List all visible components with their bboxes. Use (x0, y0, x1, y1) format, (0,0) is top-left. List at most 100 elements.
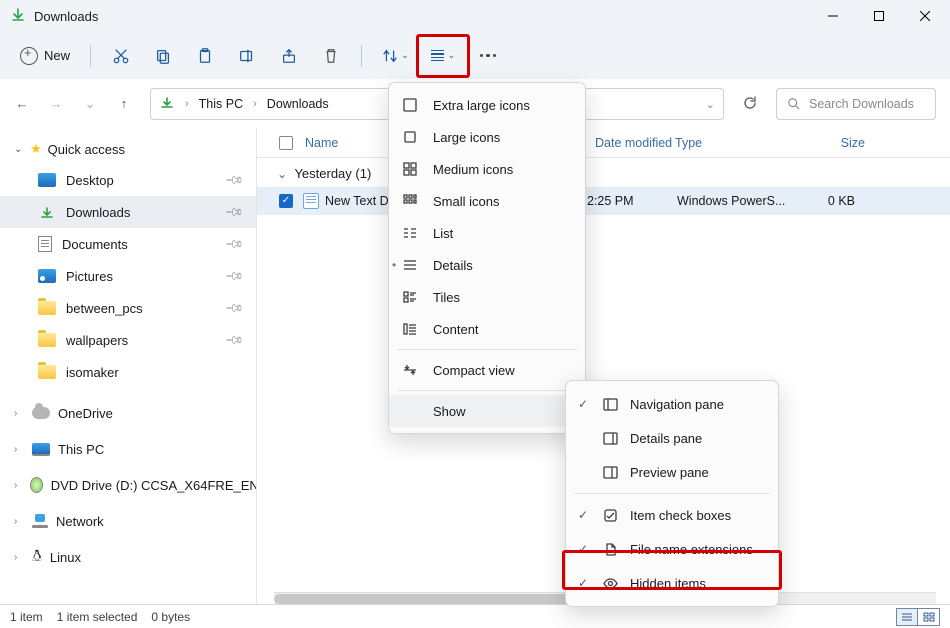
menu-item-small-icons[interactable]: Small icons (389, 185, 585, 217)
share-button[interactable] (269, 38, 309, 74)
refresh-button[interactable] (742, 95, 758, 114)
recent-button[interactable]: ⌄ (82, 96, 98, 112)
sidebar-item-dvd[interactable]: › DVD Drive (D:) CCSA_X64FRE_EN-US_DV9 (0, 470, 256, 500)
chevron-right-icon: › (14, 480, 22, 491)
sidebar-item-linux[interactable]: › 🐧︎ Linux (0, 542, 256, 572)
sidebar-item-network[interactable]: › Network (0, 506, 256, 536)
chevron-right-icon[interactable]: › (253, 98, 257, 110)
sidebar-item-downloads[interactable]: Downloads 📌︎ (0, 196, 256, 228)
show-submenu: ✓Navigation pane Details pane Preview pa… (565, 380, 779, 607)
paste-button[interactable] (185, 38, 225, 74)
menu-item-navigation-pane[interactable]: ✓Navigation pane (566, 387, 778, 421)
chevron-down-icon: ⌄ (448, 50, 456, 61)
more-button[interactable] (468, 38, 508, 74)
grid-icon (403, 130, 419, 144)
back-button[interactable]: ← (14, 96, 30, 112)
folder-icon (38, 333, 56, 347)
thumbnails-view-button[interactable] (918, 608, 940, 626)
separator (361, 45, 362, 67)
address-dropdown-button[interactable]: ⌄ (706, 98, 715, 111)
menu-item-tiles[interactable]: Tiles (389, 281, 585, 313)
sidebar-item-folder[interactable]: isomaker (0, 356, 256, 388)
eye-icon (602, 576, 618, 591)
cut-button[interactable] (101, 38, 141, 74)
menu-item-content[interactable]: Content (389, 313, 585, 345)
sort-button[interactable]: ⌄ (372, 38, 418, 74)
file-row[interactable]: ✓ New Text Document 2:25 PM Windows Powe… (257, 187, 950, 215)
downloads-folder-icon (159, 95, 175, 114)
details-icon (403, 258, 419, 272)
window-title: Downloads (34, 9, 98, 24)
file-checkbox[interactable]: ✓ (279, 194, 293, 208)
menu-item-hidden-items[interactable]: ✓Hidden items (566, 566, 778, 600)
menu-item-large-icons[interactable]: Large icons (389, 121, 585, 153)
bullet-icon: • (392, 258, 396, 272)
linux-icon: 🐧︎ (32, 550, 42, 564)
sidebar-item-onedrive[interactable]: › OneDrive (0, 398, 256, 428)
navigation-pane: ⌄ ★ Quick access Desktop 📌︎ Downloads 📌︎… (0, 128, 257, 604)
pin-icon: 📌︎ (224, 202, 245, 223)
new-button[interactable]: New (10, 41, 80, 71)
chevron-right-icon: › (14, 516, 24, 527)
menu-item-extensions[interactable]: ✓File name extensions (566, 532, 778, 566)
close-button[interactable] (902, 0, 948, 32)
grid-icon (403, 98, 419, 112)
sidebar-item-pictures[interactable]: Pictures 📌︎ (0, 260, 256, 292)
separator (574, 493, 770, 494)
menu-item-details[interactable]: •Details (389, 249, 585, 281)
toolbar: New ⌄ ⌄ (0, 32, 950, 80)
status-bytes: 0 bytes (151, 610, 190, 624)
menu-item-compact-view[interactable]: Compact view (389, 354, 585, 386)
desktop-icon (38, 173, 56, 187)
network-icon (32, 514, 48, 528)
pictures-icon (38, 269, 56, 283)
up-button[interactable]: ↑ (116, 96, 132, 112)
menu-item-medium-icons[interactable]: Medium icons (389, 153, 585, 185)
breadcrumb-current[interactable]: Downloads (267, 97, 329, 111)
rename-button[interactable] (227, 38, 267, 74)
menu-item-list[interactable]: List (389, 217, 585, 249)
new-label: New (44, 48, 70, 63)
column-type[interactable]: Type (675, 136, 795, 150)
search-icon (787, 97, 801, 111)
view-menu: Extra large icons Large icons Medium ico… (388, 82, 586, 434)
quick-access-label: Quick access (48, 142, 125, 157)
column-size[interactable]: Size (795, 136, 865, 150)
list-lines-icon (431, 50, 444, 61)
menu-item-details-pane[interactable]: Details pane (566, 421, 778, 455)
menu-item-preview-pane[interactable]: Preview pane (566, 455, 778, 489)
delete-button[interactable] (311, 38, 351, 74)
tiles-icon (403, 290, 419, 304)
chevron-right-icon[interactable]: › (185, 98, 189, 110)
search-box[interactable]: Search Downloads (776, 88, 936, 120)
pin-icon: 📌︎ (224, 266, 245, 287)
menu-item-checkboxes[interactable]: ✓Item check boxes (566, 498, 778, 532)
sidebar-item-thispc[interactable]: › This PC (0, 434, 256, 464)
file-icon (602, 542, 618, 557)
select-all-checkbox[interactable] (279, 136, 293, 150)
menu-item-extra-large-icons[interactable]: Extra large icons (389, 89, 585, 121)
sidebar-item-folder[interactable]: wallpapers 📌︎ (0, 324, 256, 356)
file-icon (303, 193, 319, 209)
app-icon (10, 7, 26, 26)
quick-access-node[interactable]: ⌄ ★ Quick access (0, 134, 256, 164)
chevron-right-icon: › (14, 444, 24, 455)
forward-button[interactable]: → (48, 96, 64, 112)
sidebar-item-desktop[interactable]: Desktop 📌︎ (0, 164, 256, 196)
group-header[interactable]: ⌄ Yesterday (1) (257, 158, 950, 187)
maximize-button[interactable] (856, 0, 902, 32)
copy-button[interactable] (143, 38, 183, 74)
sidebar-item-folder[interactable]: between_pcs 📌︎ (0, 292, 256, 324)
breadcrumb-root[interactable]: This PC (199, 97, 243, 111)
separator (397, 390, 577, 391)
checkbox-icon (602, 508, 618, 523)
star-icon: ★ (30, 141, 42, 157)
details-view-button[interactable] (896, 608, 918, 626)
menu-item-show[interactable]: Show› (389, 395, 585, 427)
separator (90, 45, 91, 67)
grid-icon (403, 162, 419, 176)
view-button[interactable]: ⌄ (420, 38, 466, 74)
minimize-button[interactable] (810, 0, 856, 32)
file-type: Windows PowerS... (677, 194, 797, 208)
sidebar-item-documents[interactable]: Documents 📌︎ (0, 228, 256, 260)
